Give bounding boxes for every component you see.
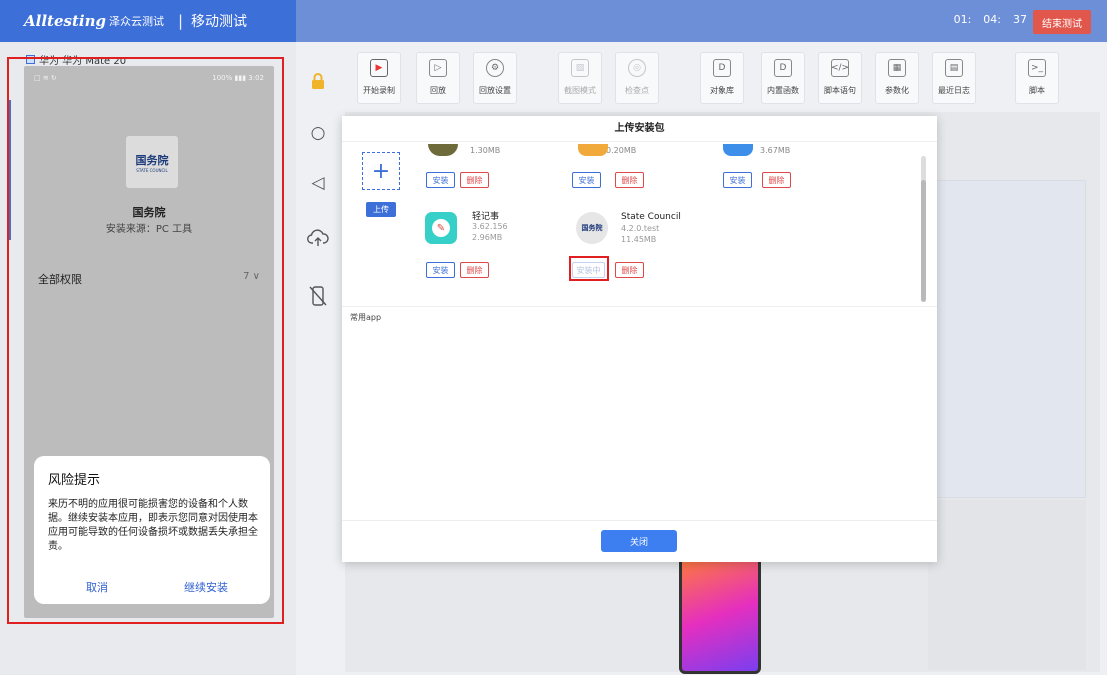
- upload-package-modal: 上传安装包 + 上传 1.30MB 0.20MB 3.67MB 安装 删除 安装…: [342, 116, 937, 562]
- upload-plus-box[interactable]: +: [362, 152, 400, 190]
- recent-log-label: 最近日志: [938, 86, 970, 95]
- common-apps-label: 常用app: [350, 313, 382, 322]
- back-triangle-icon[interactable]: ◁: [307, 172, 329, 194]
- end-test-button[interactable]: 结束测试: [1033, 10, 1091, 34]
- toolbar: ▶ 开始录制 ▷ 回放 ⚙ 回放设置 ▨ 截图模式 ◎ 检查点 D 对象库 D …: [357, 52, 1073, 104]
- phone-preview: [679, 556, 761, 674]
- app-size: 3.67MB: [760, 146, 791, 155]
- header-bar: 01: 04: 37 结束测试: [296, 0, 1107, 42]
- app-icon-partial: [578, 144, 608, 156]
- install-button[interactable]: 安装: [426, 262, 455, 278]
- playback-settings-button[interactable]: ⚙ 回放设置: [473, 52, 517, 104]
- app-icon-partial: [428, 144, 458, 156]
- app-name: 轻记事: [472, 212, 500, 222]
- app-size: 0.20MB: [606, 146, 637, 155]
- shield-check-icon: ◎: [628, 59, 646, 77]
- install-button[interactable]: 安装: [723, 172, 752, 188]
- app-version: 3.62.156: [472, 222, 508, 231]
- script-label: 脚本: [1029, 86, 1045, 95]
- highlight-frame-installing: [569, 256, 609, 281]
- playback-icon: ▷: [429, 59, 447, 77]
- delete-button[interactable]: 删除: [762, 172, 791, 188]
- calendar-clock-icon: ▤: [945, 59, 963, 77]
- device-control-column: ○ ◁: [296, 42, 341, 675]
- close-button[interactable]: 关闭: [601, 530, 677, 552]
- scrollbar-thumb[interactable]: [921, 180, 926, 302]
- record-label: 开始录制: [363, 86, 395, 95]
- delete-button[interactable]: 删除: [615, 262, 644, 278]
- session-timer: 01: 04: 37: [954, 13, 1027, 26]
- timer-hours: 01:: [953, 13, 972, 26]
- pencil-icon: ✎: [432, 219, 450, 237]
- modal-title: 上传安装包: [342, 116, 937, 142]
- highlight-frame-device: [7, 57, 284, 624]
- lock-icon[interactable]: [307, 70, 329, 92]
- footer-divider: [342, 520, 937, 521]
- cloud-upload-icon[interactable]: [307, 227, 329, 249]
- app-version: 4.2.0.test: [621, 224, 660, 233]
- side-card-lower: [928, 500, 1086, 670]
- app-size: 11.45MB: [621, 235, 657, 244]
- image-icon: ▨: [571, 59, 589, 77]
- object-lib-icon: D: [713, 59, 731, 77]
- install-button[interactable]: 安装: [426, 172, 455, 188]
- modal-scrollbar[interactable]: [921, 156, 926, 302]
- delete-button[interactable]: 删除: [460, 172, 489, 188]
- screenshot-mode-label: 截图模式: [564, 86, 596, 95]
- upload-button[interactable]: 上传: [366, 202, 396, 217]
- parameterize-button[interactable]: ▦ 参数化: [875, 52, 919, 104]
- checkpoint-label: 检查点: [625, 86, 649, 95]
- builtin-func-button[interactable]: D 内置函数: [761, 52, 805, 104]
- module-title: 移动测试: [191, 14, 248, 30]
- playback-button[interactable]: ▷ 回放: [416, 52, 460, 104]
- checkpoint-button[interactable]: ◎ 检查点: [615, 52, 659, 104]
- terminal-icon: >_: [1028, 59, 1046, 77]
- playback-settings-label: 回放设置: [479, 86, 511, 95]
- header-separator: |: [177, 12, 184, 30]
- install-button[interactable]: 安装: [572, 172, 601, 188]
- app-size: 1.30MB: [470, 146, 501, 155]
- builtin-func-label: 内置函数: [767, 86, 799, 95]
- app-size: 2.96MB: [472, 233, 503, 242]
- delete-button[interactable]: 删除: [460, 262, 489, 278]
- screenshot-mode-button[interactable]: ▨ 截图模式: [558, 52, 602, 104]
- side-card: [928, 180, 1086, 498]
- object-lib-label: 对象库: [710, 86, 734, 95]
- gear-icon: ⚙: [486, 59, 504, 77]
- code-icon: </>: [831, 59, 849, 77]
- function-icon: D: [774, 59, 792, 77]
- phone-off-icon[interactable]: [307, 285, 329, 307]
- script-button[interactable]: >_ 脚本: [1015, 52, 1059, 104]
- script-stmt-button[interactable]: </> 脚本语句: [818, 52, 862, 104]
- grid-icon: ▦: [888, 59, 906, 77]
- timer-minutes: 04:: [983, 13, 1001, 26]
- playback-label: 回放: [430, 86, 446, 95]
- notes-app-icon: ✎: [425, 212, 457, 244]
- parameterize-label: 参数化: [885, 86, 909, 95]
- record-button[interactable]: ▶ 开始录制: [357, 52, 401, 104]
- delete-button[interactable]: 删除: [615, 172, 644, 188]
- header-brand: Alltesting 泽众云测试 | 移动测试: [0, 0, 296, 42]
- app-root: Alltesting 泽众云测试 | 移动测试 01: 04: 37 结束测试 …: [0, 0, 1107, 675]
- state-council-app-icon: 国务院: [576, 212, 608, 244]
- home-circle-icon[interactable]: ○: [307, 122, 329, 144]
- section-divider: [342, 306, 937, 307]
- timer-seconds: 37: [1013, 13, 1027, 26]
- play-icon: ▶: [370, 59, 388, 77]
- logo: Alltesting: [24, 12, 106, 30]
- recent-log-button[interactable]: ▤ 最近日志: [932, 52, 976, 104]
- script-stmt-label: 脚本语句: [824, 86, 856, 95]
- object-lib-button[interactable]: D 对象库: [700, 52, 744, 104]
- app-icon-partial: [723, 144, 753, 156]
- logo-subtitle: 泽众云测试: [108, 15, 164, 28]
- app-name: State Council: [621, 212, 681, 222]
